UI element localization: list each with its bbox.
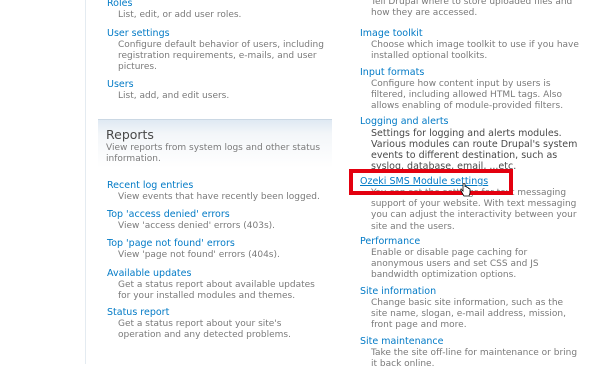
user-settings-desc: Configure default behavior of users, inc… — [118, 40, 324, 73]
input-formats-desc: Configure how content input by users is … — [371, 79, 564, 112]
hand-cursor-icon — [460, 183, 471, 197]
site-information-link[interactable]: Site information — [360, 286, 600, 298]
left-margin — [0, 0, 86, 364]
status-report-item: Status report Get a status report about … — [107, 307, 337, 341]
left-margin-border — [85, 0, 86, 364]
users-item: Users List, add, and edit users. — [107, 79, 337, 102]
site-maintenance-link[interactable]: Site maintenance — [360, 336, 600, 348]
performance-link[interactable]: Performance — [360, 236, 600, 248]
access-denied-link[interactable]: Top 'access denied' errors — [107, 209, 337, 221]
status-report-link[interactable]: Status report — [107, 307, 337, 319]
site-maintenance-desc: Take the site off-line for maintenance o… — [371, 348, 578, 370]
available-updates-desc: Get a status report about available upda… — [118, 280, 315, 302]
reports-title: Reports — [106, 127, 154, 142]
access-denied-desc: View 'access denied' errors (403s). — [118, 221, 276, 231]
reports-desc: View reports from system logs and other … — [106, 143, 321, 165]
logging-link[interactable]: Logging and alerts — [360, 116, 600, 128]
input-formats-item: Input formats Configure how content inpu… — [360, 67, 600, 113]
input-formats-link[interactable]: Input formats — [360, 67, 600, 79]
page-not-found-link[interactable]: Top 'page not found' errors — [107, 238, 337, 250]
page-not-found-item: Top 'page not found' errors View 'page n… — [107, 238, 337, 261]
available-updates-item: Available updates Get a status report ab… — [107, 268, 337, 302]
image-toolkit-link[interactable]: Image toolkit — [360, 28, 600, 40]
logging-item: Logging and alerts — [360, 116, 600, 128]
users-desc: List, add, and edit users. — [118, 91, 230, 101]
roles-item: Roles List, edit, or add user roles. — [107, 0, 337, 21]
image-toolkit-item: Image toolkit Choose which image toolkit… — [360, 28, 600, 62]
highlight-box — [349, 169, 513, 195]
performance-item: Performance Enable or disable page cachi… — [360, 236, 600, 282]
site-information-item: Site information Change basic site infor… — [360, 286, 600, 332]
user-settings-link[interactable]: User settings — [107, 28, 337, 40]
recent-log-item: Recent log entries View events that have… — [107, 180, 337, 203]
recent-log-link[interactable]: Recent log entries — [107, 180, 337, 192]
page-not-found-desc: View 'page not found' errors (404s). — [118, 250, 280, 260]
status-report-desc: Get a status report about your site's op… — [118, 319, 291, 341]
access-denied-item: Top 'access denied' errors View 'access … — [107, 209, 337, 232]
available-updates-link[interactable]: Available updates — [107, 268, 337, 280]
image-toolkit-desc: Choose which image toolkit to use if you… — [371, 40, 579, 62]
roles-desc: List, edit, or add user roles. — [118, 10, 242, 20]
recent-log-desc: View events that have recently been logg… — [118, 192, 320, 202]
file-system-desc: Tell Drupal where to store uploaded file… — [371, 0, 573, 19]
logging-desc: Settings for logging and alerts modules.… — [371, 128, 578, 170]
site-information-desc: Change basic site information, such as t… — [371, 298, 566, 331]
logging-desc-clip: Settings for logging and alerts modules.… — [360, 128, 600, 170]
users-link[interactable]: Users — [107, 79, 337, 91]
user-settings-item: User settings Configure default behavior… — [107, 28, 337, 74]
roles-link[interactable]: Roles — [107, 0, 337, 10]
performance-desc: Enable or disable page caching for anony… — [371, 248, 539, 281]
file-system-item: Tell Drupal where to store uploaded file… — [360, 0, 600, 19]
site-maintenance-item: Site maintenance Take the site off-line … — [360, 336, 600, 370]
